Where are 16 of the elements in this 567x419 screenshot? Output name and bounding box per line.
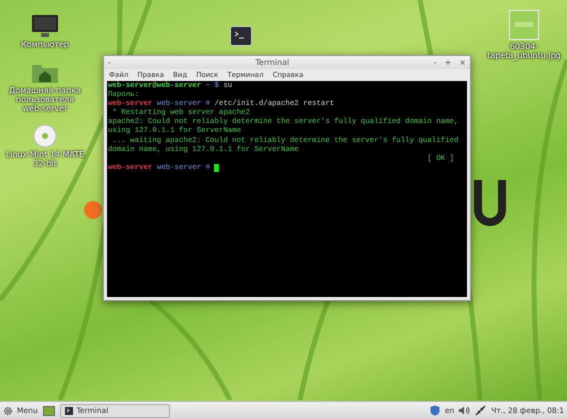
gear-icon: [3, 406, 13, 416]
volume-icon[interactable]: [459, 406, 470, 415]
photo-placeholder: [509, 10, 539, 40]
shield-icon[interactable]: [430, 405, 440, 416]
disc-icon: [33, 124, 57, 148]
close-button[interactable]: ×: [459, 56, 466, 68]
home-folder-icon: [31, 62, 59, 84]
minimize-button[interactable]: -: [434, 56, 437, 68]
window-title: Terminal: [254, 56, 290, 68]
maximize-button[interactable]: +: [444, 56, 452, 68]
terminal-icon[interactable]: [230, 26, 252, 46]
network-icon[interactable]: [475, 405, 486, 416]
terminal-icon: [64, 406, 73, 414]
monitor-icon: [31, 14, 59, 38]
window-menu-button[interactable]: -: [108, 56, 111, 68]
show-desktop-icon[interactable]: [42, 406, 55, 416]
